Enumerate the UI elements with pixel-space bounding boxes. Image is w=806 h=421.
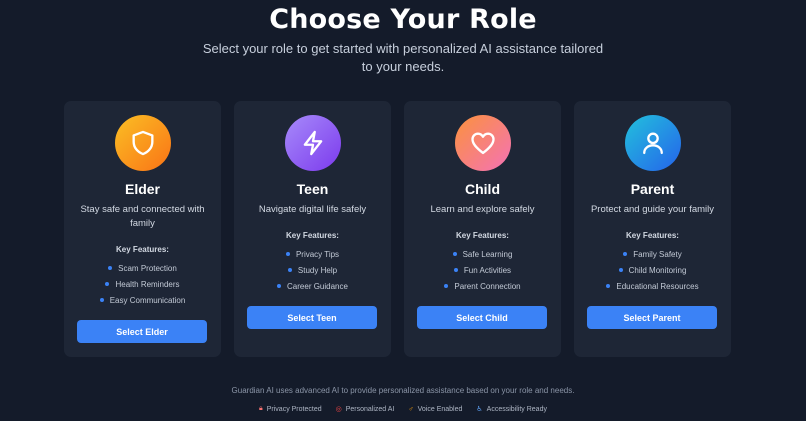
feature-item: Privacy Tips [234, 246, 391, 262]
features-label: Key Features: [286, 231, 339, 240]
select-child-button[interactable]: Select Child [417, 306, 547, 329]
target-icon: ◎ [335, 406, 342, 413]
accessibility-icon: ♿︎ [476, 406, 483, 413]
shield-icon [132, 130, 154, 156]
feature-item: Family Safety [574, 246, 731, 262]
select-elder-button[interactable]: Select Elder [77, 320, 207, 343]
feature-item: Fun Activities [404, 262, 561, 278]
features-list: Privacy Tips Study Help Career Guidance [234, 246, 391, 294]
role-description: Stay safe and connected with family [80, 204, 205, 229]
role-card-parent: Parent Protect and guide your family Key… [574, 101, 731, 357]
lightning-icon [303, 130, 323, 156]
badge-accessibility: ♿︎ Accessibility Ready [476, 405, 547, 414]
page-subtitle: Select your role to get started with per… [202, 41, 604, 74]
parent-icon-badge [625, 115, 681, 171]
select-teen-button[interactable]: Select Teen [247, 306, 377, 329]
role-name: Teen [296, 181, 329, 197]
feature-item: Career Guidance [234, 278, 391, 294]
bullet-dot [623, 252, 628, 256]
badge-personalized: ◎ Personalized AI [335, 405, 395, 414]
role-card-child: Child Learn and explore safely Key Featu… [404, 101, 561, 357]
microphone-icon: ♂︎ [408, 405, 414, 413]
user-icon [643, 132, 663, 155]
features-label: Key Features: [116, 245, 169, 254]
role-name: Parent [630, 181, 675, 197]
feature-item: Easy Communication [64, 292, 221, 308]
role-name: Elder [124, 181, 160, 197]
bullet-dot [287, 268, 292, 272]
bullet-dot [618, 268, 623, 272]
features-list: Safe Learning Fun Activities Parent Conn… [404, 246, 561, 294]
page-title: Choose Your Role [269, 4, 537, 35]
feature-item: Scam Protection [64, 260, 221, 276]
role-name: Child [465, 181, 500, 197]
select-parent-button[interactable]: Select Parent [587, 306, 717, 329]
bullet-dot [277, 284, 282, 288]
role-cards: Elder Stay safe and connected with famil… [64, 101, 731, 357]
role-description: Navigate digital life safely [258, 204, 367, 215]
feature-item: Health Reminders [64, 276, 221, 292]
feature-item: Child Monitoring [574, 262, 731, 278]
role-card-teen: Teen Navigate digital life safely Key Fe… [234, 101, 391, 357]
features-label: Key Features: [456, 231, 509, 240]
bullet-dot [108, 266, 113, 270]
teen-icon-badge [285, 115, 341, 171]
bullet-dot [105, 282, 110, 286]
bullet-dot [606, 284, 611, 288]
feature-item: Educational Resources [574, 278, 731, 294]
features-list: Scam Protection Health Reminders Easy Co… [64, 260, 221, 308]
lock-icon: 🔒︎ [259, 405, 263, 412]
feature-badges: 🔒︎ Privacy Protected ◎ Personalized AI ♂… [0, 405, 806, 413]
bullet-dot [99, 298, 104, 302]
role-card-elder: Elder Stay safe and connected with famil… [64, 101, 221, 357]
bullet-dot [285, 252, 290, 256]
feature-item: Parent Connection [404, 278, 561, 294]
badge-privacy: 🔒︎ Privacy Protected [259, 405, 322, 413]
bullet-dot [444, 284, 449, 288]
child-icon-badge [455, 115, 511, 171]
features-list: Family Safety Child Monitoring Education… [574, 246, 731, 294]
feature-item: Safe Learning [404, 246, 561, 262]
elder-icon-badge [115, 115, 171, 171]
heart-icon [471, 132, 495, 155]
bullet-dot [452, 252, 457, 256]
feature-item: Study Help [234, 262, 391, 278]
role-description: Protect and guide your family [590, 204, 715, 215]
bullet-dot [453, 268, 458, 272]
badge-voice: ♂︎ Voice Enabled [408, 405, 463, 413]
footer-description: Guardian AI uses advanced AI to provide … [231, 386, 575, 395]
role-description: Learn and explore safely [430, 204, 535, 215]
features-label: Key Features: [626, 231, 679, 240]
